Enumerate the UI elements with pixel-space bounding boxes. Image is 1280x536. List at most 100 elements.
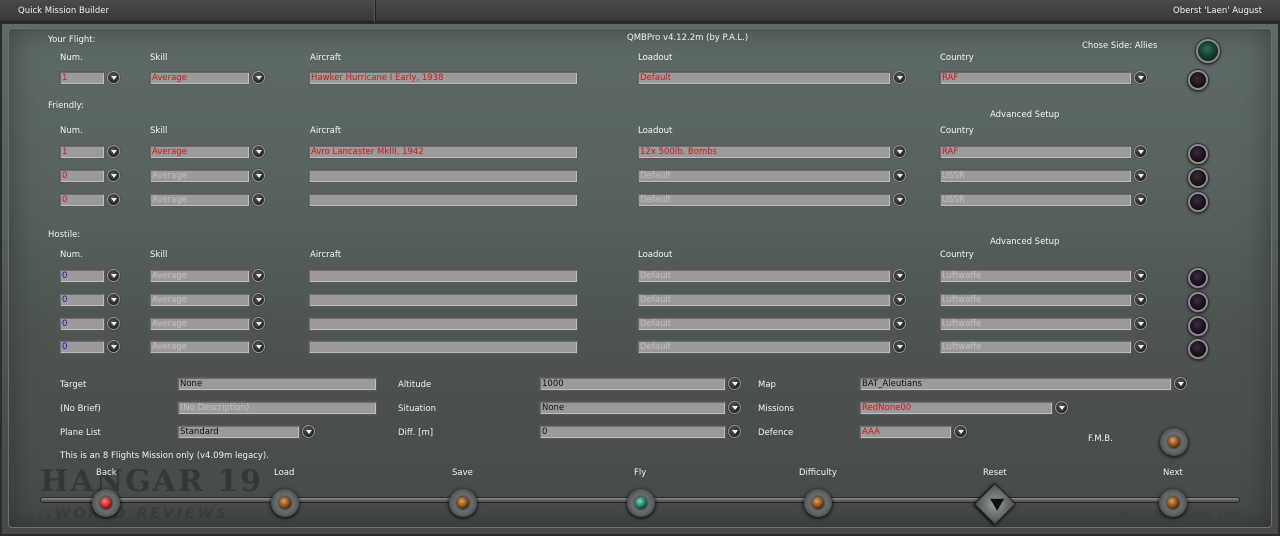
chevron-down-icon[interactable] xyxy=(1174,377,1187,390)
fmb-button[interactable] xyxy=(1160,428,1188,456)
friendly-2-skill-field[interactable]: Average xyxy=(149,169,250,183)
diff-field[interactable]: 0 xyxy=(539,425,726,439)
hostile-4-num-field[interactable]: 0 xyxy=(59,340,105,354)
chevron-down-icon[interactable] xyxy=(252,145,265,158)
friendly-3-aircraft-field[interactable] xyxy=(308,193,578,207)
hostile-4-country-field[interactable]: Luftwaffe xyxy=(939,340,1132,354)
friendly-1-country-field[interactable]: RAF xyxy=(939,145,1132,159)
hostile-1-loadout-field[interactable]: Default xyxy=(637,269,891,283)
back-button[interactable] xyxy=(92,489,120,517)
your-flight-setup-button[interactable] xyxy=(1188,70,1208,90)
friendly-2-country-field[interactable]: USSR xyxy=(939,169,1132,183)
fly-button[interactable] xyxy=(627,489,655,517)
chevron-down-icon[interactable] xyxy=(107,193,120,206)
hostile-3-skill-field[interactable]: Average xyxy=(149,317,250,331)
chevron-down-icon[interactable] xyxy=(302,425,315,438)
chevron-down-icon[interactable] xyxy=(252,193,265,206)
your-aircraft-field[interactable]: Hawker Hurricane I Early, 1938 xyxy=(308,71,578,85)
chevron-down-icon[interactable] xyxy=(893,340,906,353)
friendly-1-aircraft-field[interactable]: Avro Lancaster MkIII, 1942 xyxy=(308,145,578,159)
chevron-down-icon[interactable] xyxy=(893,145,906,158)
chevron-down-icon[interactable] xyxy=(107,169,120,182)
friendly-2-setup-button[interactable] xyxy=(1188,168,1208,188)
chevron-down-icon[interactable] xyxy=(252,293,265,306)
plane-list-field[interactable]: Standard xyxy=(177,425,300,439)
chevron-down-icon[interactable] xyxy=(893,71,906,84)
chevron-down-icon[interactable] xyxy=(728,377,741,390)
chevron-down-icon[interactable] xyxy=(252,169,265,182)
defence-field[interactable]: AAA xyxy=(859,425,952,439)
friendly-1-num-field[interactable]: 1 xyxy=(59,145,105,159)
hostile-1-skill-field[interactable]: Average xyxy=(149,269,250,283)
chevron-down-icon[interactable] xyxy=(1134,169,1147,182)
missions-field[interactable]: RedNone00 xyxy=(859,401,1053,415)
chevron-down-icon[interactable] xyxy=(107,145,120,158)
choose-side-button[interactable] xyxy=(1196,39,1220,63)
chevron-down-icon[interactable] xyxy=(107,293,120,306)
chevron-down-icon[interactable] xyxy=(252,71,265,84)
friendly-1-skill-field[interactable]: Average xyxy=(149,145,250,159)
chevron-down-icon[interactable] xyxy=(893,193,906,206)
chevron-down-icon[interactable] xyxy=(954,425,967,438)
hostile-3-aircraft-field[interactable] xyxy=(308,317,578,331)
friendly-2-num-field[interactable]: 0 xyxy=(59,169,105,183)
hostile-2-skill-field[interactable]: Average xyxy=(149,293,250,307)
hostile-2-num-field[interactable]: 0 xyxy=(59,293,105,307)
your-loadout-field[interactable]: Default xyxy=(637,71,891,85)
friendly-1-setup-button[interactable] xyxy=(1188,144,1208,164)
chevron-down-icon[interactable] xyxy=(1134,145,1147,158)
hostile-2-aircraft-field[interactable] xyxy=(308,293,578,307)
chevron-down-icon[interactable] xyxy=(252,340,265,353)
load-button[interactable] xyxy=(271,489,299,517)
chevron-down-icon[interactable] xyxy=(107,269,120,282)
your-skill-field[interactable]: Average xyxy=(149,71,250,85)
chevron-down-icon[interactable] xyxy=(893,269,906,282)
hostile-4-loadout-field[interactable]: Default xyxy=(637,340,891,354)
chevron-down-icon[interactable] xyxy=(1134,340,1147,353)
hostile-1-setup-button[interactable] xyxy=(1188,268,1208,288)
hostile-1-country-field[interactable]: Luftwaffe xyxy=(939,269,1132,283)
chevron-down-icon[interactable] xyxy=(1055,401,1068,414)
chevron-down-icon[interactable] xyxy=(1134,71,1147,84)
chevron-down-icon[interactable] xyxy=(107,317,120,330)
map-field[interactable]: BAT_Aleutians xyxy=(859,377,1172,391)
chevron-down-icon[interactable] xyxy=(893,169,906,182)
friendly-1-loadout-field[interactable]: 12x 500lb. Bombs xyxy=(637,145,891,159)
chevron-down-icon[interactable] xyxy=(1134,269,1147,282)
brief-field[interactable]: (No Description) xyxy=(177,401,377,415)
difficulty-button[interactable] xyxy=(804,489,832,517)
your-num-field[interactable]: 1 xyxy=(59,71,105,85)
hostile-2-setup-button[interactable] xyxy=(1188,292,1208,312)
chevron-down-icon[interactable] xyxy=(1134,293,1147,306)
hostile-2-loadout-field[interactable]: Default xyxy=(637,293,891,307)
friendly-2-aircraft-field[interactable] xyxy=(308,169,578,183)
target-field[interactable]: None xyxy=(177,377,377,391)
friendly-2-loadout-field[interactable]: Default xyxy=(637,169,891,183)
altitude-field[interactable]: 1000 xyxy=(539,377,726,391)
chevron-down-icon[interactable] xyxy=(728,401,741,414)
friendly-3-setup-button[interactable] xyxy=(1188,192,1208,212)
save-button[interactable] xyxy=(449,489,477,517)
friendly-3-country-field[interactable]: USSR xyxy=(939,193,1132,207)
hostile-4-setup-button[interactable] xyxy=(1188,339,1208,359)
hostile-3-country-field[interactable]: Luftwaffe xyxy=(939,317,1132,331)
chevron-down-icon[interactable] xyxy=(728,425,741,438)
hostile-3-num-field[interactable]: 0 xyxy=(59,317,105,331)
chevron-down-icon[interactable] xyxy=(107,71,120,84)
hostile-2-country-field[interactable]: Luftwaffe xyxy=(939,293,1132,307)
chevron-down-icon[interactable] xyxy=(893,293,906,306)
chevron-down-icon[interactable] xyxy=(1134,193,1147,206)
friendly-3-num-field[interactable]: 0 xyxy=(59,193,105,207)
chevron-down-icon[interactable] xyxy=(252,269,265,282)
chevron-down-icon[interactable] xyxy=(107,340,120,353)
hostile-1-aircraft-field[interactable] xyxy=(308,269,578,283)
hostile-4-aircraft-field[interactable] xyxy=(308,340,578,354)
hostile-4-skill-field[interactable]: Average xyxy=(149,340,250,354)
chevron-down-icon[interactable] xyxy=(1134,317,1147,330)
hostile-3-loadout-field[interactable]: Default xyxy=(637,317,891,331)
next-button[interactable] xyxy=(1159,489,1187,517)
chevron-down-icon[interactable] xyxy=(893,317,906,330)
your-country-field[interactable]: RAF xyxy=(939,71,1132,85)
hostile-1-num-field[interactable]: 0 xyxy=(59,269,105,283)
chevron-down-icon[interactable] xyxy=(252,317,265,330)
